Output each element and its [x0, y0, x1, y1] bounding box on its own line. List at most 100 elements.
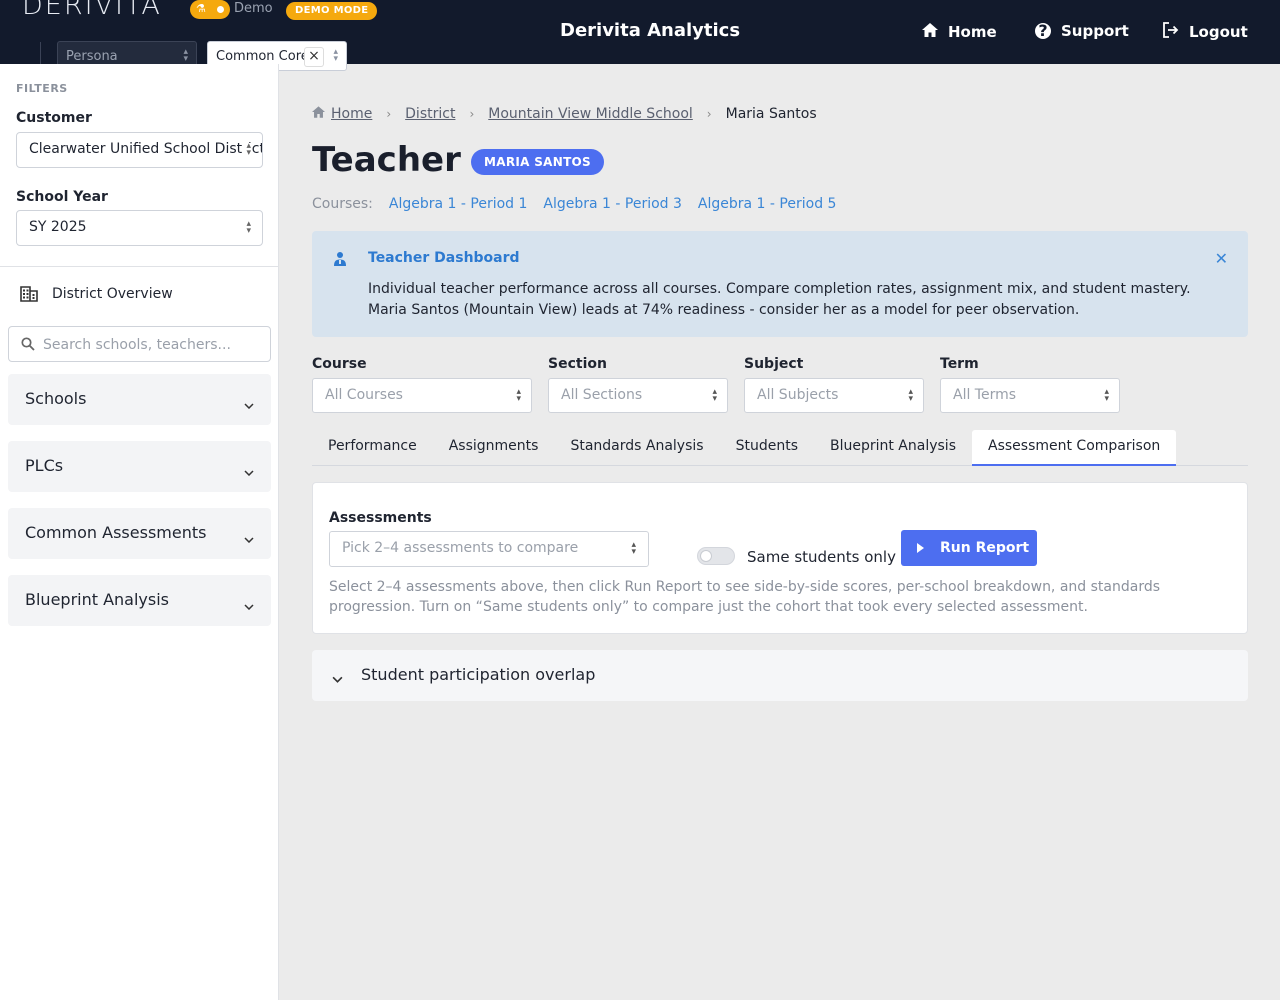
- chevron-down-icon: [332, 671, 343, 687]
- participation-overlap-accordion[interactable]: Student participation overlap: [312, 650, 1248, 701]
- tab-students[interactable]: Students: [720, 430, 814, 466]
- district-overview-link[interactable]: District Overview: [20, 286, 173, 302]
- district-overview-label: District Overview: [52, 286, 173, 302]
- nav-home-link[interactable]: Home: [922, 22, 997, 41]
- select-arrows-icon: ▴ ▾: [183, 47, 188, 64]
- accordion-label: Blueprint Analysis: [25, 590, 170, 609]
- derivita-logo[interactable]: DERIVITA: [22, 0, 162, 21]
- persona-placeholder: Persona: [66, 49, 118, 64]
- info-alert: Teacher Dashboard Individual teacher per…: [312, 231, 1248, 337]
- tab-performance[interactable]: Performance: [312, 430, 433, 466]
- course-link[interactable]: Algebra 1 - Period 5: [698, 196, 837, 212]
- alert-line: Maria Santos (Mountain View) leads at 74…: [368, 302, 1080, 318]
- search-input[interactable]: [43, 335, 263, 355]
- home-icon: [922, 22, 938, 41]
- nav-logout-link[interactable]: Logout: [1162, 22, 1248, 42]
- chevron-down-icon: [244, 595, 254, 614]
- nav-support-link[interactable]: ? Support: [1035, 22, 1129, 40]
- courses-row: Courses: Algebra 1 - Period 1 Algebra 1 …: [312, 196, 852, 212]
- home-icon: [312, 106, 325, 122]
- select-arrows-icon: ▴ ▾: [242, 142, 251, 158]
- course-filter-value: All Courses: [325, 387, 403, 403]
- sidebar: FILTERS Customer Clearwater Unified Scho…: [0, 64, 279, 1000]
- select-arrows-icon: ▴ ▾: [246, 219, 251, 236]
- chevron-right-icon: ›: [706, 107, 712, 121]
- course-link[interactable]: Algebra 1 - Period 3: [543, 196, 682, 212]
- standard-set-value: Common Core: [216, 49, 309, 64]
- school-year-select[interactable]: SY 2025 ▴ ▾: [16, 210, 263, 246]
- breadcrumb-district[interactable]: District: [405, 106, 455, 122]
- app-title: Derivita Analytics: [560, 20, 741, 41]
- tab-standards-analysis[interactable]: Standards Analysis: [554, 430, 719, 466]
- run-report-button[interactable]: Run Report: [901, 530, 1037, 566]
- select-arrows-icon: ▴ ▾: [516, 387, 521, 404]
- header-divider: [40, 42, 41, 64]
- subject-filter-value: All Subjects: [757, 387, 839, 403]
- breadcrumb-home[interactable]: Home: [331, 106, 372, 122]
- tab-blueprint-analysis[interactable]: Blueprint Analysis: [814, 430, 972, 466]
- help-line: progression. Turn on “Same students only…: [329, 599, 1088, 615]
- demo-mode-toggle[interactable]: ⚗: [190, 0, 230, 19]
- chevron-down-icon: [244, 461, 254, 480]
- help-circle-icon: ?: [1035, 23, 1051, 39]
- help-line: Select 2–4 assessments above, then click…: [329, 579, 1161, 595]
- sidebar-search: [8, 326, 271, 362]
- assessments-placeholder: Pick 2–4 assessments to compare: [342, 540, 579, 556]
- filters-heading: FILTERS: [16, 82, 68, 95]
- alert-body: Individual teacher performance across al…: [368, 279, 1228, 321]
- select-arrows-icon: ▴ ▾: [631, 540, 636, 557]
- teacher-icon: [332, 251, 348, 271]
- assessments-select[interactable]: Pick 2–4 assessments to compare ▴ ▾: [329, 531, 649, 567]
- logout-icon: [1162, 22, 1179, 42]
- accordion-label: Common Assessments: [25, 523, 207, 542]
- select-arrows-icon: ▴ ▾: [712, 387, 717, 404]
- same-students-label: Same students only: [747, 548, 896, 566]
- customer-value: Clearwater Unified School District: [29, 141, 263, 157]
- building-icon: [20, 286, 38, 302]
- customer-label: Customer: [16, 110, 92, 126]
- flask-icon: ⚗: [196, 2, 206, 15]
- play-icon: [917, 543, 924, 553]
- select-arrows-icon: ▴ ▾: [333, 47, 338, 64]
- course-link[interactable]: Algebra 1 - Period 1: [389, 196, 528, 212]
- accordion-blueprint-analysis[interactable]: Blueprint Analysis: [8, 575, 271, 626]
- toggle-knob: [214, 3, 227, 16]
- nav-home-label: Home: [948, 22, 997, 41]
- select-arrows-icon: ▴ ▾: [908, 387, 913, 404]
- close-icon[interactable]: ✕: [1215, 249, 1228, 268]
- demo-mode-badge: DEMO MODE: [286, 2, 378, 20]
- page-title: Teacher: [312, 140, 461, 180]
- run-report-label: Run Report: [940, 540, 1030, 556]
- assessments-label: Assessments: [329, 510, 432, 526]
- main-content: Home › District › Mountain View Middle S…: [280, 64, 1280, 1000]
- section-filter-select[interactable]: All Sections ▴ ▾: [548, 378, 728, 413]
- chevron-down-icon: [244, 394, 254, 413]
- nav-logout-label: Logout: [1189, 23, 1248, 41]
- course-filter-select[interactable]: All Courses ▴ ▾: [312, 378, 532, 413]
- nav-support-label: Support: [1061, 22, 1129, 40]
- term-filter-select[interactable]: All Terms ▴ ▾: [940, 378, 1120, 413]
- subject-filter-select[interactable]: All Subjects ▴ ▾: [744, 378, 924, 413]
- term-filter-label: Term: [940, 356, 979, 372]
- overlap-title: Student participation overlap: [361, 665, 596, 684]
- accordion-common-assessments[interactable]: Common Assessments: [8, 508, 271, 559]
- report-card: Assessments Pick 2–4 assessments to comp…: [312, 482, 1248, 634]
- school-year-label: School Year: [16, 189, 108, 205]
- section-filter-label: Section: [548, 356, 607, 372]
- accordion-plcs[interactable]: PLCs: [8, 441, 271, 492]
- tab-assessment-comparison[interactable]: Assessment Comparison: [972, 430, 1177, 466]
- breadcrumb-school[interactable]: Mountain View Middle School: [488, 106, 693, 122]
- course-filter-label: Course: [312, 356, 367, 372]
- alert-title: Teacher Dashboard: [368, 250, 520, 266]
- same-students-toggle[interactable]: [697, 547, 735, 565]
- report-help-text: Select 2–4 assessments above, then click…: [329, 577, 1229, 617]
- chevron-right-icon: ›: [469, 107, 475, 121]
- customer-select[interactable]: Clearwater Unified School District ▴ ▾: [16, 132, 263, 168]
- accordion-label: Schools: [25, 389, 87, 408]
- subject-filter-label: Subject: [744, 356, 804, 372]
- accordion-schools[interactable]: Schools: [8, 374, 271, 425]
- top-header: DERIVITA ⚗ Demo DEMO MODE Persona ▴ ▾ Com…: [0, 0, 1280, 71]
- section-filter-value: All Sections: [561, 387, 643, 403]
- alert-line: Individual teacher performance across al…: [368, 281, 1191, 297]
- tab-assignments[interactable]: Assignments: [433, 430, 555, 466]
